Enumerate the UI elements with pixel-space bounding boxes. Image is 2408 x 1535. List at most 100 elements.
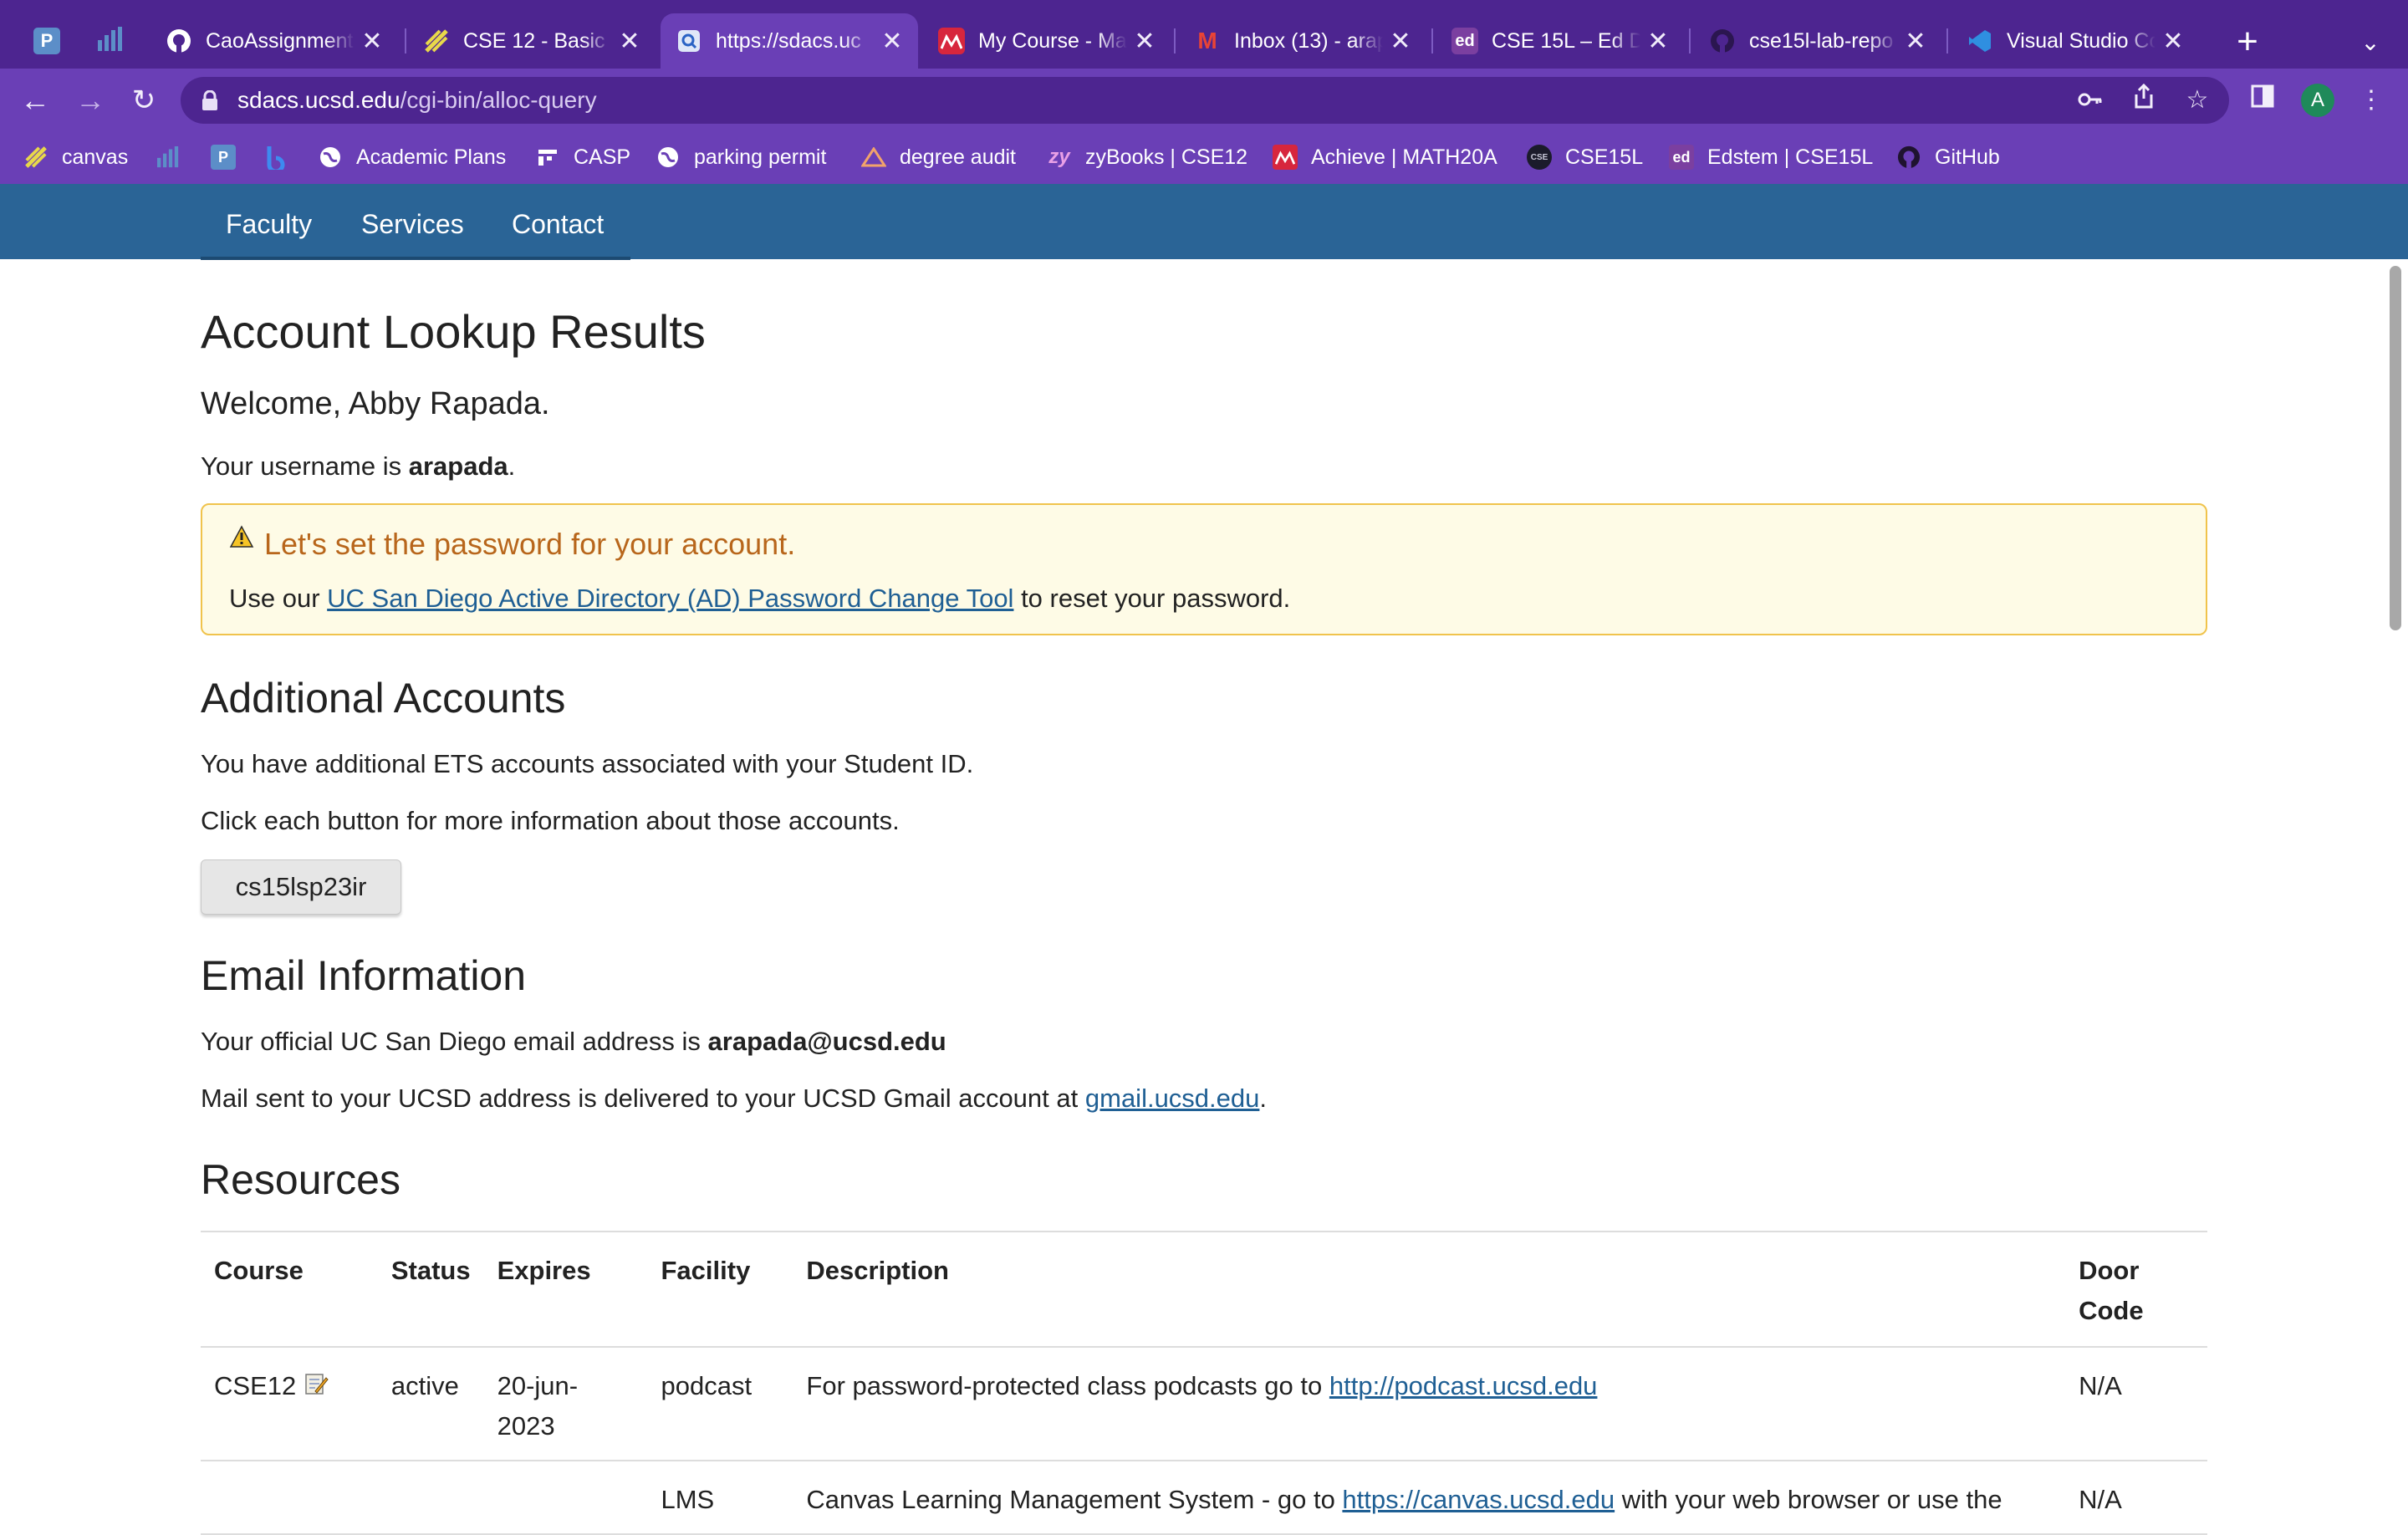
tab-title: cse15l-lab-repo: [1749, 28, 1894, 53]
nav-services[interactable]: Services: [361, 184, 464, 259]
nav-underline: [201, 257, 630, 260]
share-icon[interactable]: [2127, 83, 2161, 117]
email-address-line: Your official UC San Diego email address…: [201, 1027, 946, 1057]
bookmark-label: degree audit: [900, 145, 1017, 169]
bookmark-academic-plans[interactable]: Academic Plans: [318, 140, 506, 174]
tab-cse12[interactable]: CSE 12 - Basic D ✕: [408, 13, 656, 69]
tab-separator: [1689, 28, 1691, 54]
bookmark-parking-permit[interactable]: parking permit: [656, 140, 826, 174]
alert-text-suffix: to reset your password.: [1013, 584, 1291, 613]
page-scrollbar-thumb[interactable]: [2390, 266, 2401, 630]
username-suffix: .: [508, 451, 516, 481]
triangle-icon: [861, 145, 886, 170]
tab-search-chevron-icon[interactable]: ⌄: [2349, 22, 2391, 64]
username-line: Your username is arapada.: [201, 451, 515, 482]
zybooks-icon: zy: [1048, 145, 1070, 168]
url-text[interactable]: sdacs.ucsd.edu/cgi-bin/alloc-query: [237, 87, 597, 114]
bookmark-piazza[interactable]: P: [211, 140, 249, 174]
bookmark-degree-audit[interactable]: degree audit: [861, 140, 1016, 174]
nav-faculty[interactable]: Faculty: [226, 184, 312, 259]
cell-expires: 20-jun-2023: [483, 1347, 648, 1461]
bookmark-achieve[interactable]: Achieve | MATH20A: [1273, 140, 1497, 174]
gmail-line: Mail sent to your UCSD address is delive…: [201, 1084, 1267, 1114]
gmail-link[interactable]: gmail.ucsd.edu: [1085, 1084, 1260, 1113]
globe-icon: [318, 145, 343, 170]
tab-ed-discussion[interactable]: ed CSE 15L – Ed Di ✕: [1436, 13, 1684, 69]
tab-cse15l-lab-repo[interactable]: cse15l-lab-repo ✕: [1694, 13, 1941, 69]
canvas-icon: [423, 28, 450, 54]
description-text: For password-protected class podcasts go…: [806, 1371, 1329, 1400]
bookmark-b[interactable]: [264, 140, 303, 174]
bookmark-label: zyBooks | CSE12: [1085, 145, 1248, 169]
reload-button[interactable]: ↻: [122, 79, 166, 122]
bookmark-label: Achieve | MATH20A: [1311, 145, 1497, 169]
email-address: arapada@ucsd.edu: [707, 1027, 946, 1056]
close-tab-icon[interactable]: ✕: [1647, 27, 1669, 56]
close-tab-icon[interactable]: ✕: [1134, 27, 1156, 56]
casp-icon: [535, 145, 560, 170]
tab-sdacs-active[interactable]: https://sdacs.uc ✕: [661, 13, 918, 69]
bookmark-zybooks[interactable]: zy zyBooks | CSE12: [1047, 140, 1247, 174]
browser-menu-icon[interactable]: ⋮: [2354, 84, 2388, 117]
pinned-tab-analytics[interactable]: [85, 15, 135, 67]
page-search-icon: [676, 28, 702, 54]
bookmark-edstem[interactable]: ed Edstem | CSE15L: [1669, 140, 1873, 174]
bookmark-label: CSE15L: [1565, 145, 1644, 169]
password-change-tool-link[interactable]: UC San Diego Active Directory (AD) Passw…: [327, 584, 1013, 613]
tab-inbox[interactable]: M Inbox (13) - arap ✕: [1179, 13, 1426, 69]
alert-text: Use our UC San Diego Active Directory (A…: [229, 584, 1290, 614]
tab-title: Inbox (13) - arap: [1234, 28, 1383, 53]
close-tab-icon[interactable]: ✕: [881, 27, 903, 56]
close-tab-icon[interactable]: ✕: [1905, 27, 1926, 56]
nav-contact[interactable]: Contact: [512, 184, 604, 259]
account-cs15lsp23ir-button[interactable]: cs15lsp23ir: [201, 859, 401, 915]
tab-caoassignment[interactable]: CaoAssignment ✕: [150, 13, 398, 69]
new-tab-button[interactable]: +: [2224, 18, 2271, 65]
bookmark-label: Academic Plans: [356, 145, 507, 169]
pinned-tab-piazza[interactable]: P: [22, 15, 72, 67]
table-header-row: Course Status Expires Facility Descripti…: [201, 1231, 2207, 1348]
globe-icon: [656, 145, 681, 170]
warning-icon: [229, 521, 254, 556]
column-header-course: Course: [201, 1231, 378, 1348]
email-information-heading: Email Information: [201, 952, 527, 999]
gmail-prefix: Mail sent to your UCSD address is delive…: [201, 1084, 1085, 1113]
forward-button[interactable]: →: [69, 79, 112, 122]
bookmark-label: GitHub: [1935, 145, 2000, 169]
key-icon[interactable]: [2074, 84, 2107, 117]
github-icon: [1709, 28, 1736, 54]
profile-avatar[interactable]: A: [2301, 84, 2334, 117]
close-tab-icon[interactable]: ✕: [361, 27, 383, 56]
bookmark-canvas[interactable]: canvas: [23, 140, 128, 174]
bookmark-analytics[interactable]: [156, 140, 194, 174]
tab-separator: [1946, 28, 1948, 54]
cell-status: active: [377, 1347, 484, 1461]
back-button[interactable]: ←: [13, 79, 57, 122]
piazza-icon: P: [211, 145, 236, 170]
canvas-link[interactable]: https://canvas.ucsd.edu: [1342, 1485, 1615, 1514]
username-value: arapada: [408, 451, 508, 481]
podcast-link[interactable]: http://podcast.ucsd.edu: [1329, 1371, 1598, 1400]
tab-my-course[interactable]: My Course - Ma ✕: [923, 13, 1171, 69]
table-row: LMS Canvas Learning Management System - …: [201, 1461, 2207, 1535]
url-path: /cgi-bin/alloc-query: [400, 87, 597, 113]
close-tab-icon[interactable]: ✕: [619, 27, 640, 56]
lock-icon[interactable]: [201, 89, 219, 110]
bookmark-star-icon[interactable]: ☆: [2181, 84, 2214, 117]
tab-title: CaoAssignment: [206, 28, 354, 53]
bookmark-casp[interactable]: CASP: [535, 140, 630, 174]
side-panel-icon[interactable]: [2246, 84, 2279, 117]
github-icon: [1896, 145, 1921, 170]
close-tab-icon[interactable]: ✕: [2162, 27, 2184, 56]
bookmark-cse15l[interactable]: CSE CSE15L: [1527, 140, 1643, 174]
cell-status: [377, 1461, 484, 1535]
alert-title: Let's set the password for your account.: [229, 525, 795, 562]
close-tab-icon[interactable]: ✕: [1390, 27, 1411, 56]
edit-note-icon[interactable]: [304, 1368, 329, 1408]
reload-icon: ↻: [131, 84, 156, 116]
tab-vscode[interactable]: Visual Studio Co ✕: [1951, 13, 2199, 69]
bookmark-github[interactable]: GitHub: [1896, 140, 2000, 174]
description-text: Canvas Learning Management System - go t…: [806, 1485, 1343, 1514]
tab-title: Visual Studio Co: [2007, 28, 2155, 53]
column-header-door-code: Door Code: [2065, 1231, 2207, 1348]
